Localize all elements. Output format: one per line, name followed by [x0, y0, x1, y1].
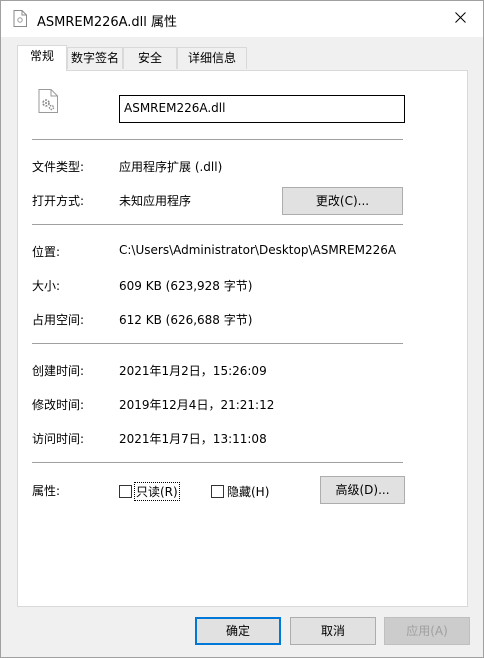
location-value: C:\Users\Administrator\Desktop\ASMREM226… [119, 243, 397, 257]
size-value: 609 KB (623,928 字节) [119, 279, 253, 293]
tab-general[interactable]: 常规 [17, 45, 67, 71]
properties-window: ASMREM226A.dll 属性 常规 数字签名 安全 详细信息 ASMREM… [0, 0, 484, 658]
cancel-button[interactable]: 取消 [290, 617, 376, 645]
accessed-value: 2021年1月7日，13:11:08 [119, 432, 267, 446]
size-label: 大小: [32, 279, 61, 293]
modified-label: 修改时间: [32, 398, 85, 412]
apply-button[interactable]: 应用(A) [384, 617, 470, 645]
tab-digital-signatures[interactable]: 数字签名 [67, 47, 123, 69]
separator [32, 462, 403, 463]
hidden-checkbox[interactable]: 隐藏(H) [211, 483, 269, 500]
created-value: 2021年1月2日，15:26:09 [119, 364, 267, 378]
modified-value: 2019年12月4日，21:21:12 [119, 398, 275, 412]
file-name-field[interactable]: ASMREM226A.dll [119, 95, 405, 123]
file-type-label: 文件类型: [32, 160, 85, 174]
change-button[interactable]: 更改(C)... [282, 187, 403, 215]
opens-with-label: 打开方式: [32, 194, 85, 208]
separator [32, 343, 403, 344]
tab-security[interactable]: 安全 [123, 47, 177, 69]
document-icon [13, 10, 27, 27]
title-bar: ASMREM226A.dll 属性 [1, 1, 483, 37]
readonly-checkbox-box[interactable] [119, 485, 132, 498]
advanced-button[interactable]: 高级(D)... [320, 476, 405, 504]
close-button[interactable] [437, 1, 483, 37]
dll-file-icon [38, 89, 58, 113]
ok-button[interactable]: 确定 [195, 617, 281, 645]
opens-with-value: 未知应用程序 [119, 194, 192, 208]
size-on-disk-label: 占用空间: [32, 313, 85, 327]
attributes-label: 属性: [32, 484, 61, 498]
location-label: 位置: [32, 245, 61, 259]
readonly-checkbox-label[interactable]: 只读(R) [134, 482, 180, 501]
separator [32, 139, 403, 140]
general-panel: ASMREM226A.dll 文件类型: 应用程序扩展 (.dll) 打开方式:… [17, 70, 468, 607]
file-type-value: 应用程序扩展 (.dll) [119, 160, 223, 174]
hidden-checkbox-label[interactable]: 隐藏(H) [227, 483, 269, 500]
window-title: ASMREM226A.dll 属性 [37, 15, 178, 30]
close-icon [454, 12, 466, 26]
tab-details[interactable]: 详细信息 [177, 47, 247, 69]
created-label: 创建时间: [32, 364, 85, 378]
size-on-disk-value: 612 KB (626,688 字节) [119, 313, 253, 327]
accessed-label: 访问时间: [32, 432, 85, 446]
separator [32, 224, 403, 225]
hidden-checkbox-box[interactable] [211, 485, 224, 498]
readonly-checkbox[interactable]: 只读(R) [119, 482, 180, 501]
